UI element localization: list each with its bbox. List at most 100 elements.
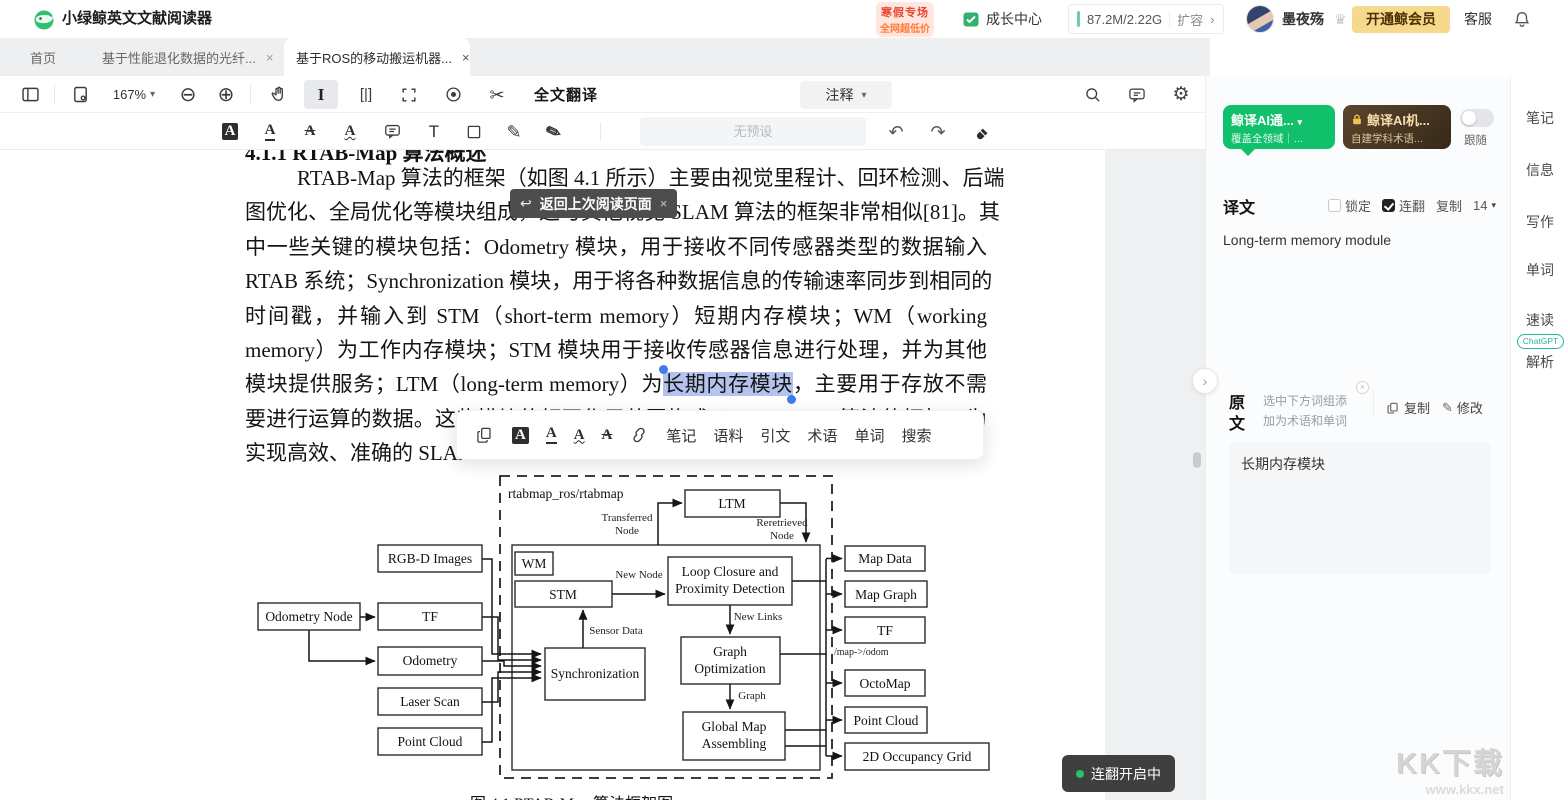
popup-search-button[interactable]: 搜索 (901, 425, 931, 446)
divider (600, 122, 601, 141)
edit-source-button[interactable]: ✎ 修改 (1442, 398, 1483, 417)
header: 小绿鲸英文文献阅读器 寒假专场 全网超低价 成长中心 87.2M/2.22G 扩… (0, 0, 1568, 38)
sidebar-item-notes[interactable]: 笔记 (1511, 108, 1568, 128)
text-select-tool-button-active[interactable]: I (304, 80, 338, 109)
fit-screen-button[interactable] (392, 80, 426, 109)
strikethrough-tool-button[interactable]: A (294, 117, 326, 146)
pen-tool-button[interactable]: ✎ (498, 117, 530, 146)
vertical-scrollbar[interactable] (1193, 452, 1201, 468)
auto-translate-checkbox-checked[interactable] (1382, 199, 1395, 212)
popup-squiggly-icon[interactable]: A (574, 428, 585, 443)
tab-document-1[interactable]: 基于性能退化数据的光纤... × (92, 38, 280, 76)
sidebar-item-info[interactable]: 信息 (1511, 160, 1568, 180)
panel-collapse-button[interactable]: › (1192, 368, 1218, 394)
open-membership-button[interactable]: 开通鲸会员 (1352, 6, 1450, 33)
screenshot-button[interactable]: ✂ (480, 80, 514, 109)
copy-translation-button[interactable]: 复制 (1436, 196, 1462, 215)
copy-source-button[interactable]: 复制 (1386, 398, 1430, 417)
notification-bell-icon[interactable] (1512, 9, 1532, 29)
settings-button[interactable]: ⚙ (1164, 80, 1198, 109)
underline-tool-button[interactable]: A (254, 117, 286, 146)
link-icon[interactable] (629, 425, 649, 445)
promo-banner[interactable]: 寒假专场 全网超低价 (876, 2, 934, 37)
annotation-mode-dropdown[interactable]: 注释 ▾ (800, 81, 892, 109)
wm-box-label: WM (522, 556, 547, 571)
translation-controls: 锁定 连翻 复制 14▾ (1328, 196, 1496, 215)
focus-mode-button[interactable] (436, 80, 470, 109)
return-tooltip-label[interactable]: 返回上次阅读页面 (540, 194, 652, 214)
strikethrough-icon: A (305, 124, 316, 139)
undo-button[interactable]: ↶ (880, 117, 912, 146)
font-size-select[interactable]: 14▾ (1473, 198, 1496, 213)
tab-home[interactable]: 首页 (0, 38, 92, 76)
auto-translate-checkbox-control[interactable]: 连翻 (1382, 196, 1425, 215)
popup-strikethrough-icon[interactable]: A (602, 428, 613, 443)
zoom-level-select[interactable]: 167% ▾ (102, 80, 166, 109)
full-text-translate-button[interactable]: 全文翻译 (524, 80, 608, 109)
preset-style-field[interactable]: 无预设 (640, 117, 866, 146)
zoom-out-button[interactable]: ⊖ (172, 80, 204, 109)
stm-box-label: STM (549, 587, 577, 602)
pan-tool-button[interactable] (262, 80, 296, 109)
marker-tool-button[interactable]: ✎ (538, 117, 570, 146)
redo-icon: ↷ (930, 123, 945, 141)
expand-storage-link[interactable]: 扩容 (1177, 10, 1203, 29)
popup-note-button[interactable]: 笔记 (666, 425, 696, 446)
tab1-close-icon[interactable]: × (266, 50, 274, 65)
hint-close-icon[interactable]: × (1356, 381, 1369, 394)
rgbd-images-label: RGB-D Images (388, 551, 472, 566)
pen-icon: ✎ (506, 123, 521, 141)
lock-checkbox-control[interactable]: 锁定 (1328, 196, 1371, 215)
avatar[interactable] (1246, 5, 1274, 33)
document-gutter (1105, 150, 1205, 800)
popup-corpus-button[interactable]: 语料 (713, 425, 743, 446)
rectangle-icon (465, 123, 483, 141)
split-view-button[interactable]: [|] (348, 80, 384, 109)
source-hint: 选中下方词组添 加为术语和单词 (1263, 391, 1347, 431)
highlight-tool-button[interactable]: A (214, 117, 246, 146)
tab2-label: 基于ROS的移动搬运机器... (296, 48, 452, 67)
growth-center-button[interactable]: 成长中心 (962, 0, 1042, 38)
source-text-box[interactable]: 长期内存模块 (1229, 442, 1491, 574)
popup-underline-icon[interactable]: A (546, 426, 557, 444)
support-button[interactable]: 客服 (1464, 0, 1492, 38)
selection-start-handle[interactable] (659, 365, 668, 374)
selection-end-handle[interactable] (787, 395, 796, 404)
graph-label: Graph (738, 690, 766, 702)
transferred-node-label-2: Node (615, 525, 639, 537)
comment-bubble-icon (383, 122, 402, 141)
popup-highlight-icon[interactable]: A (512, 427, 529, 444)
thumbnail-panel-button[interactable] (14, 80, 46, 109)
popup-term-button[interactable]: 术语 (807, 425, 837, 446)
doc-line: memory）为工作内存模块；STM 模块用于接收传感器信息进行处理，并为其他 (245, 333, 987, 367)
popup-word-button[interactable]: 单词 (854, 425, 884, 446)
sidebar-item-analyze[interactable]: 解析 (1511, 352, 1568, 372)
growth-center-icon (962, 10, 980, 28)
redo-button[interactable]: ↷ (922, 117, 954, 146)
copy-icon (1386, 401, 1400, 415)
search-button[interactable] (1076, 80, 1110, 109)
return-to-last-page-tooltip[interactable]: ↩ 返回上次阅读页面 × (510, 189, 677, 218)
copy-source-label: 复制 (1404, 398, 1430, 417)
lock-checkbox[interactable] (1328, 199, 1341, 212)
squiggly-tool-button[interactable]: A (334, 117, 366, 146)
graph-optimization-label-1: Graph (713, 644, 747, 659)
tooltip-close-icon[interactable]: × (660, 196, 668, 211)
sidebar-item-words[interactable]: 单词 (1511, 260, 1568, 280)
rectangle-tool-button[interactable] (458, 117, 490, 146)
tab2-close-icon[interactable]: × (462, 50, 470, 65)
comment-tool-button[interactable] (376, 117, 408, 146)
engine-pro-card[interactable]: 鲸译AI机... 自建学科术语... (1343, 105, 1451, 149)
engine-general-card[interactable]: 鲸译AI通... ▾ 覆盖全领域｜... (1223, 105, 1335, 149)
copy-icon[interactable] (475, 425, 495, 445)
text-tool-button[interactable]: T (418, 117, 450, 146)
tab-document-2-active[interactable]: 基于ROS的移动搬运机器... × (284, 38, 470, 76)
zoom-in-button[interactable]: ⊕ (210, 80, 242, 109)
follow-toggle[interactable] (1460, 109, 1494, 127)
sidebar-item-writing[interactable]: 写作 (1511, 212, 1568, 232)
popup-citation-button[interactable]: 引文 (760, 425, 790, 446)
page-view-button[interactable] (64, 80, 96, 109)
eraser-button[interactable] (966, 117, 998, 146)
sidebar-item-speed-read[interactable]: 速读 (1511, 310, 1568, 330)
comments-button[interactable] (1120, 80, 1154, 109)
